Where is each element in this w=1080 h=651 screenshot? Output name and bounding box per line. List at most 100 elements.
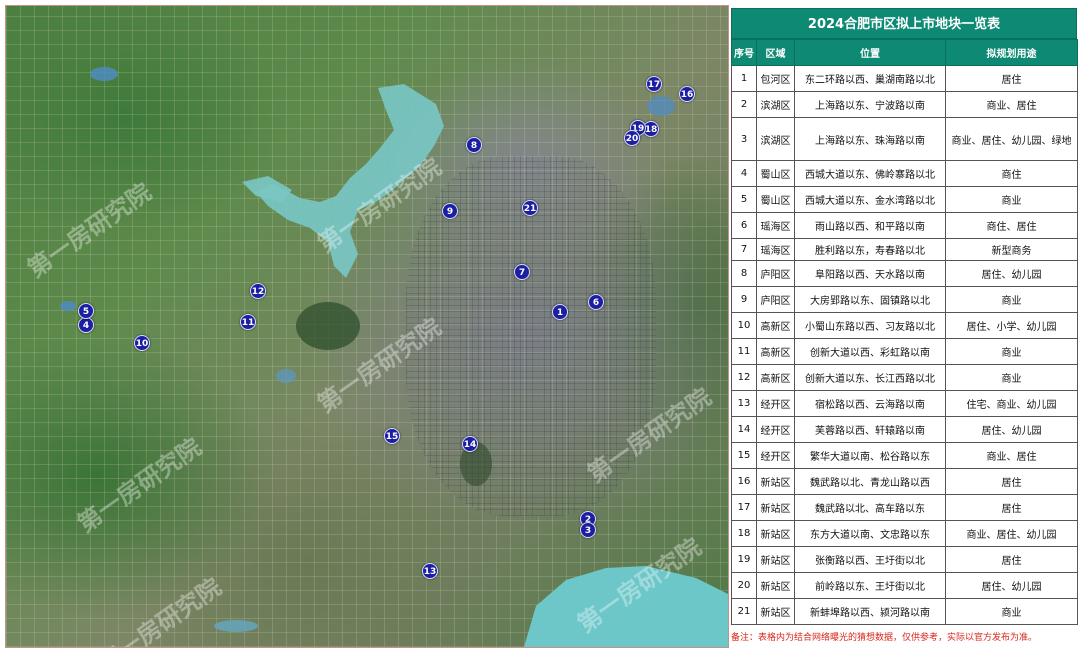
- cell-index: 4: [731, 160, 757, 187]
- map-marker-3[interactable]: 3: [580, 522, 596, 538]
- land-parcel-table: 序号 区域 位置 拟规划用途 1 包河区 东二环路以西、巢湖南路以北 居住 2 滨湖区 上海…: [731, 39, 1078, 625]
- cell-district: 新站区: [756, 520, 795, 547]
- cell-planned-use: 商住: [945, 160, 1078, 187]
- table-row: 15 经开区 繁华大道以南、松谷路以东 商业、居住: [731, 442, 1078, 469]
- map-marker-10[interactable]: 10: [134, 335, 150, 351]
- table-row: 5 蜀山区 西城大道以东、金水湾路以北 商业: [731, 186, 1078, 213]
- cell-location: 张衡路以西、王圩街以北: [794, 546, 946, 573]
- cell-planned-use: 居住: [945, 546, 1078, 573]
- table-row: 12 高新区 创新大道以东、长江西路以北 商业: [731, 364, 1078, 391]
- cell-district: 包河区: [756, 65, 795, 92]
- cell-district: 蜀山区: [756, 186, 795, 213]
- satellite-map: 第一房研究院 第一房研究院 第一房研究院 第一房研究院 第一房研究院 第一房研究…: [5, 5, 729, 648]
- map-marker-17[interactable]: 17: [646, 76, 662, 92]
- map-marker-7[interactable]: 7: [514, 264, 530, 280]
- map-marker-16[interactable]: 16: [679, 86, 695, 102]
- cell-index: 17: [731, 494, 757, 521]
- map-marker-11[interactable]: 11: [240, 314, 256, 330]
- cell-planned-use: 商业、居住: [945, 91, 1078, 118]
- cell-district: 庐阳区: [756, 260, 795, 287]
- cell-planned-use: 商业、居住、幼儿园: [945, 520, 1078, 547]
- cell-location: 创新大道以西、彩虹路以南: [794, 338, 946, 365]
- cell-planned-use: 商业: [945, 186, 1078, 213]
- cell-index: 20: [731, 572, 757, 599]
- map-marker-5[interactable]: 5: [78, 303, 94, 319]
- cell-district: 经开区: [756, 390, 795, 417]
- cell-planned-use: 商业: [945, 338, 1078, 365]
- table-row: 6 瑶海区 雨山路以西、和平路以南 商住、居住: [731, 212, 1078, 239]
- table-row: 8 庐阳区 阜阳路以西、天水路以南 居住、幼儿园: [731, 260, 1078, 287]
- table-row: 9 庐阳区 大房郢路以东、固镇路以北 商业: [731, 286, 1078, 313]
- cell-planned-use: 新型商务: [945, 238, 1078, 261]
- cell-location: 前岭路以东、王圩街以北: [794, 572, 946, 599]
- map-marker-4[interactable]: 4: [78, 317, 94, 333]
- cell-index: 8: [731, 260, 757, 287]
- header-location: 位置: [794, 39, 946, 66]
- table-header-row: 序号 区域 位置 拟规划用途: [731, 39, 1078, 66]
- map-water-bodies: [60, 67, 728, 647]
- cell-planned-use: 居住、幼儿园: [945, 572, 1078, 599]
- cell-location: 魏武路以北、高车路以东: [794, 494, 946, 521]
- cell-index: 3: [731, 117, 757, 161]
- reservoir-arm: [242, 176, 292, 202]
- map-marker-12[interactable]: 12: [250, 283, 266, 299]
- cell-district: 滨湖区: [756, 117, 795, 161]
- cell-index: 21: [731, 598, 757, 625]
- cell-district: 高新区: [756, 364, 795, 391]
- cell-district: 蜀山区: [756, 160, 795, 187]
- cell-planned-use: 商住、居住: [945, 212, 1078, 239]
- cell-location: 雨山路以西、和平路以南: [794, 212, 946, 239]
- table-row: 11 高新区 创新大道以西、彩虹路以南 商业: [731, 338, 1078, 365]
- table-row: 14 经开区 芙蓉路以西、轩辕路以南 居住、幼儿园: [731, 416, 1078, 443]
- cell-district: 新站区: [756, 546, 795, 573]
- cell-index: 16: [731, 468, 757, 495]
- table-row: 2 滨湖区 上海路以东、宁波路以南 商业、居住: [731, 91, 1078, 118]
- cell-location: 小蜀山东路以西、习友路以北: [794, 312, 946, 339]
- cell-location: 西城大道以东、佛岭寨路以北: [794, 160, 946, 187]
- table-body: 1 包河区 东二环路以西、巢湖南路以北 居住 2 滨湖区 上海路以东、宁波路以南 商业、居住 3…: [731, 65, 1078, 625]
- header-planned-use: 拟规划用途: [945, 39, 1078, 66]
- cell-index: 9: [731, 286, 757, 313]
- table-title: 2024合肥市区拟上市地块一览表: [731, 8, 1077, 39]
- cell-index: 1: [731, 65, 757, 92]
- cell-planned-use: 居住、幼儿园: [945, 260, 1078, 287]
- cell-district: 高新区: [756, 312, 795, 339]
- cell-index: 13: [731, 390, 757, 417]
- cell-location: 创新大道以东、长江西路以北: [794, 364, 946, 391]
- cell-location: 芙蓉路以西、轩辕路以南: [794, 416, 946, 443]
- cell-location: 大房郢路以东、固镇路以北: [794, 286, 946, 313]
- cell-location: 新蚌埠路以西、颍河路以南: [794, 598, 946, 625]
- map-marker-14[interactable]: 14: [462, 436, 478, 452]
- map-marker-21[interactable]: 21: [522, 200, 538, 216]
- cell-planned-use: 居住、幼儿园: [945, 416, 1078, 443]
- cell-index: 19: [731, 546, 757, 573]
- map-marker-1[interactable]: 1: [552, 304, 568, 320]
- map-marker-13[interactable]: 13: [422, 563, 438, 579]
- table-row: 10 高新区 小蜀山东路以西、习友路以北 居住、小学、幼儿园: [731, 312, 1078, 339]
- cell-district: 滨湖区: [756, 91, 795, 118]
- cell-district: 经开区: [756, 416, 795, 443]
- cell-location: 上海路以东、宁波路以南: [794, 91, 946, 118]
- cell-district: 新站区: [756, 468, 795, 495]
- map-marker-15[interactable]: 15: [384, 428, 400, 444]
- map-marker-8[interactable]: 8: [466, 137, 482, 153]
- cell-location: 东方大道以南、文忠路以东: [794, 520, 946, 547]
- cell-index: 15: [731, 442, 757, 469]
- cell-index: 5: [731, 186, 757, 213]
- cell-index: 14: [731, 416, 757, 443]
- cell-location: 繁华大道以南、松谷路以东: [794, 442, 946, 469]
- table-row: 7 瑶海区 胜利路以东，寿春路以北 新型商务: [731, 238, 1078, 261]
- cell-index: 2: [731, 91, 757, 118]
- cell-index: 12: [731, 364, 757, 391]
- cell-planned-use: 商业: [945, 286, 1078, 313]
- map-marker-20[interactable]: 20: [624, 130, 640, 146]
- cell-planned-use: 商业、居住、幼儿园、绿地: [945, 117, 1078, 161]
- map-marker-6[interactable]: 6: [588, 294, 604, 310]
- cell-district: 新站区: [756, 572, 795, 599]
- table-row: 20 新站区 前岭路以东、王圩街以北 居住、幼儿园: [731, 572, 1078, 599]
- table-row: 17 新站区 魏武路以北、高车路以东 居住: [731, 494, 1078, 521]
- cell-location: 宿松路以西、云海路以南: [794, 390, 946, 417]
- map-marker-9[interactable]: 9: [442, 203, 458, 219]
- cell-index: 11: [731, 338, 757, 365]
- cell-district: 庐阳区: [756, 286, 795, 313]
